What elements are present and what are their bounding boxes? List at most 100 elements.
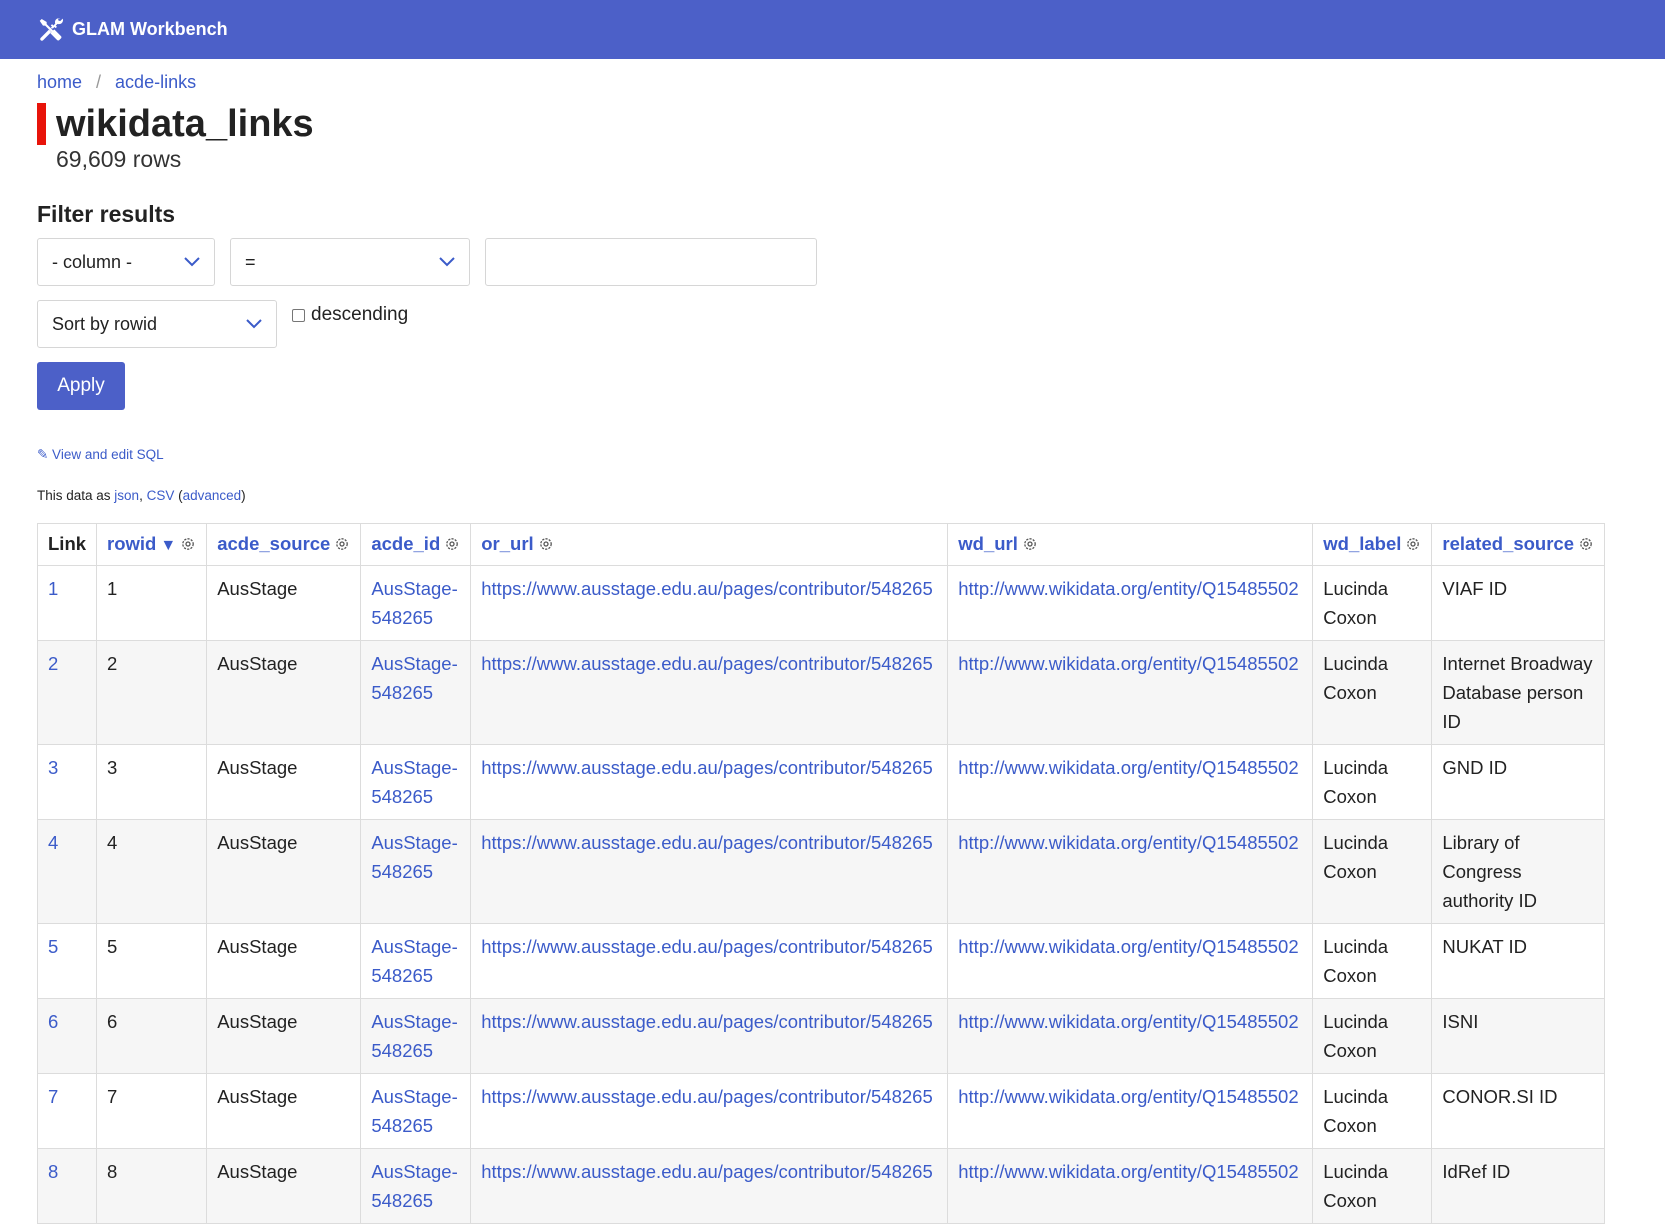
column-header-acde-source[interactable]: acde_source	[206, 523, 362, 566]
gear-icon[interactable]	[1022, 536, 1038, 552]
acde-id-cell[interactable]: AusStage-548265	[360, 1148, 472, 1224]
column-header-wd-label-label[interactable]: wd_label	[1323, 533, 1401, 554]
or-url-link[interactable]: https://www.ausstage.edu.au/pages/contri…	[481, 1086, 933, 1107]
acde-id-cell[interactable]: AusStage-548265	[360, 1073, 472, 1149]
column-header-related-source-label[interactable]: related_source	[1442, 533, 1574, 554]
wd-url-cell[interactable]: http://www.wikidata.org/entity/Q15485502	[947, 819, 1314, 924]
gear-icon[interactable]	[334, 536, 350, 552]
wd-url-link[interactable]: http://www.wikidata.org/entity/Q15485502	[958, 1086, 1298, 1107]
advanced-link[interactable]: advanced	[183, 488, 242, 503]
or-url-link[interactable]: https://www.ausstage.edu.au/pages/contri…	[481, 578, 933, 599]
column-header-or-url[interactable]: or_url	[470, 523, 949, 566]
acde-id-link[interactable]: AusStage-548265	[371, 757, 457, 807]
or-url-link[interactable]: https://www.ausstage.edu.au/pages/contri…	[481, 936, 933, 957]
wd-url-cell[interactable]: http://www.wikidata.org/entity/Q15485502	[947, 640, 1314, 745]
row-link-cell[interactable]: 6	[37, 998, 98, 1074]
row-link-cell[interactable]: 7	[37, 1073, 98, 1149]
row-link[interactable]: 1	[48, 578, 58, 599]
row-link[interactable]: 7	[48, 1086, 58, 1107]
view-edit-sql-link[interactable]: ✎ View and edit SQL	[37, 447, 1665, 463]
or-url-cell[interactable]: https://www.ausstage.edu.au/pages/contri…	[470, 640, 949, 745]
wd-url-link[interactable]: http://www.wikidata.org/entity/Q15485502	[958, 1161, 1298, 1182]
row-link-cell[interactable]: 1	[37, 565, 98, 641]
operator-select[interactable]: =	[230, 238, 470, 286]
or-url-link[interactable]: https://www.ausstage.edu.au/pages/contri…	[481, 1161, 933, 1182]
wd-url-link[interactable]: http://www.wikidata.org/entity/Q15485502	[958, 757, 1298, 778]
gear-icon[interactable]	[180, 536, 196, 552]
acde-id-link[interactable]: AusStage-548265	[371, 1011, 457, 1061]
or-url-link[interactable]: https://www.ausstage.edu.au/pages/contri…	[481, 757, 933, 778]
wd-url-link[interactable]: http://www.wikidata.org/entity/Q15485502	[958, 832, 1298, 853]
column-header-wd-url[interactable]: wd_url	[947, 523, 1314, 566]
wd-url-link[interactable]: http://www.wikidata.org/entity/Q15485502	[958, 936, 1298, 957]
acde-id-link[interactable]: AusStage-548265	[371, 1086, 457, 1136]
or-url-cell[interactable]: https://www.ausstage.edu.au/pages/contri…	[470, 744, 949, 820]
acde-id-link[interactable]: AusStage-548265	[371, 653, 457, 703]
or-url-cell[interactable]: https://www.ausstage.edu.au/pages/contri…	[470, 819, 949, 924]
breadcrumb-database[interactable]: acde-links	[115, 72, 196, 92]
or-url-link[interactable]: https://www.ausstage.edu.au/pages/contri…	[481, 832, 933, 853]
acde-id-cell[interactable]: AusStage-548265	[360, 998, 472, 1074]
csv-link[interactable]: CSV	[147, 488, 175, 503]
filter-value-input[interactable]	[485, 238, 817, 286]
row-link[interactable]: 4	[48, 832, 58, 853]
column-header-wd-label[interactable]: wd_label	[1312, 523, 1433, 566]
view-edit-sql-text[interactable]: ✎ View and edit SQL	[37, 447, 164, 462]
descending-checkbox[interactable]	[292, 308, 305, 322]
row-link[interactable]: 5	[48, 936, 58, 957]
apply-button[interactable]: Apply	[37, 362, 125, 410]
gear-icon[interactable]	[1405, 536, 1421, 552]
or-url-link[interactable]: https://www.ausstage.edu.au/pages/contri…	[481, 653, 933, 674]
acde-id-cell[interactable]: AusStage-548265	[360, 744, 472, 820]
acde-id-link[interactable]: AusStage-548265	[371, 578, 457, 628]
acde-id-cell[interactable]: AusStage-548265	[360, 819, 472, 924]
wd-url-cell[interactable]: http://www.wikidata.org/entity/Q15485502	[947, 565, 1314, 641]
json-link[interactable]: json	[114, 488, 139, 503]
row-link[interactable]: 3	[48, 757, 58, 778]
column-header-or-url-label[interactable]: or_url	[481, 533, 533, 554]
or-url-cell[interactable]: https://www.ausstage.edu.au/pages/contri…	[470, 1148, 949, 1224]
breadcrumb-home[interactable]: home	[37, 72, 82, 92]
row-link[interactable]: 2	[48, 653, 58, 674]
acde-id-link[interactable]: AusStage-548265	[371, 832, 457, 882]
row-link-cell[interactable]: 3	[37, 744, 98, 820]
acde-id-link[interactable]: AusStage-548265	[371, 1161, 457, 1211]
row-link-cell[interactable]: 2	[37, 640, 98, 745]
acde-id-cell[interactable]: AusStage-548265	[360, 640, 472, 745]
or-url-cell[interactable]: https://www.ausstage.edu.au/pages/contri…	[470, 1073, 949, 1149]
column-select[interactable]: - column -	[37, 238, 215, 286]
wd-url-link[interactable]: http://www.wikidata.org/entity/Q15485502	[958, 578, 1298, 599]
row-link-cell[interactable]: 5	[37, 923, 98, 999]
wd-url-cell[interactable]: http://www.wikidata.org/entity/Q15485502	[947, 1148, 1314, 1224]
column-header-acde-source-label[interactable]: acde_source	[217, 533, 330, 554]
wd-url-cell[interactable]: http://www.wikidata.org/entity/Q15485502	[947, 998, 1314, 1074]
column-header-acde-id[interactable]: acde_id	[360, 523, 472, 566]
gear-icon[interactable]	[538, 536, 554, 552]
gear-icon[interactable]	[444, 536, 460, 552]
row-link-cell[interactable]: 4	[37, 819, 98, 924]
acde-id-link[interactable]: AusStage-548265	[371, 936, 457, 986]
row-link[interactable]: 6	[48, 1011, 58, 1032]
or-url-cell[interactable]: https://www.ausstage.edu.au/pages/contri…	[470, 923, 949, 999]
row-link[interactable]: 8	[48, 1161, 58, 1182]
column-header-acde-id-label[interactable]: acde_id	[371, 533, 440, 554]
wd-url-cell[interactable]: http://www.wikidata.org/entity/Q15485502	[947, 744, 1314, 820]
column-header-rowid-label[interactable]: rowid	[107, 533, 156, 554]
or-url-cell[interactable]: https://www.ausstage.edu.au/pages/contri…	[470, 565, 949, 641]
wd-url-cell[interactable]: http://www.wikidata.org/entity/Q15485502	[947, 1073, 1314, 1149]
app-home-link[interactable]: GLAM Workbench	[38, 17, 228, 43]
descending-option[interactable]: descending	[292, 304, 408, 326]
row-link-cell[interactable]: 8	[37, 1148, 98, 1224]
gear-icon[interactable]	[1578, 536, 1594, 552]
or-url-link[interactable]: https://www.ausstage.edu.au/pages/contri…	[481, 1011, 933, 1032]
wd-url-link[interactable]: http://www.wikidata.org/entity/Q15485502	[958, 1011, 1298, 1032]
column-header-related-source[interactable]: related_source	[1431, 523, 1606, 566]
wd-url-cell[interactable]: http://www.wikidata.org/entity/Q15485502	[947, 923, 1314, 999]
sort-select[interactable]: Sort by rowid	[37, 300, 277, 348]
acde-id-cell[interactable]: AusStage-548265	[360, 923, 472, 999]
wd-url-link[interactable]: http://www.wikidata.org/entity/Q15485502	[958, 653, 1298, 674]
column-header-wd-url-label[interactable]: wd_url	[958, 533, 1018, 554]
column-header-rowid[interactable]: rowid ▼	[96, 523, 208, 566]
or-url-cell[interactable]: https://www.ausstage.edu.au/pages/contri…	[470, 998, 949, 1074]
acde-id-cell[interactable]: AusStage-548265	[360, 565, 472, 641]
